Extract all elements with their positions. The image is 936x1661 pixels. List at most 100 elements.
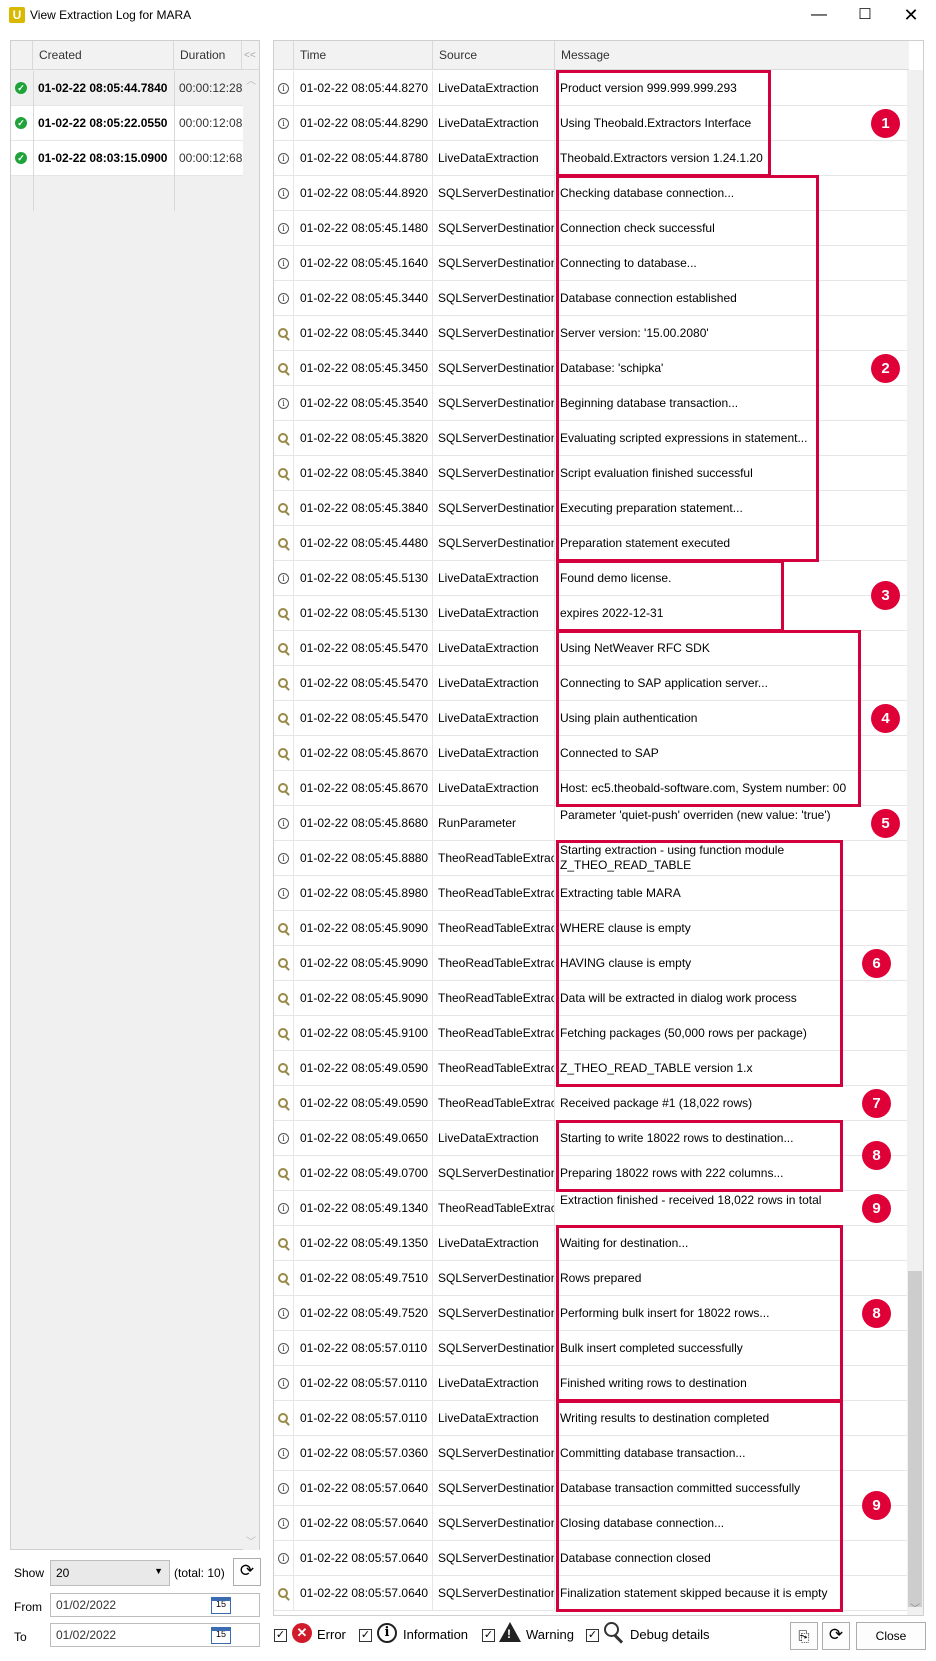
information-filter-checkbox[interactable]: ✓	[359, 1629, 372, 1642]
log-source: SQLServerDestination	[433, 1436, 555, 1471]
debug-search-icon	[277, 432, 290, 445]
log-row[interactable]: i 01-02-22 08:05:57.0640 SQLServerDestinat…	[274, 1541, 909, 1576]
information-icon: i	[278, 223, 289, 235]
log-scrollbar[interactable]: ﹀	[907, 70, 923, 1615]
information-icon: i	[278, 1448, 289, 1460]
log-row[interactable]: i 01-02-22 08:05:45.5130 LiveDataExtractio…	[274, 561, 909, 596]
show-count-select[interactable]: 20 ▼	[50, 1560, 170, 1586]
log-row[interactable]: 01-02-22 08:05:49.0590 TheoReadTableExtra…	[274, 1051, 909, 1086]
log-row[interactable]: i 01-02-22 08:05:45.8680 RunParameter Param…	[274, 806, 909, 841]
log-row[interactable]: i 01-02-22 08:05:45.8980 TheoReadTableExtr…	[274, 876, 909, 911]
scroll-down-arrow-icon[interactable]: ﹀	[907, 1600, 923, 1615]
log-row[interactable]: 01-02-22 08:05:49.1350 LiveDataExtraction…	[274, 1226, 909, 1261]
log-row[interactable]: i 01-02-22 08:05:45.8880 TheoReadTableExtr…	[274, 841, 909, 876]
log-row[interactable]: 01-02-22 08:05:45.4480 SQLServerDestinati…	[274, 526, 909, 561]
log-row[interactable]: i 01-02-22 08:05:57.0640 SQLServerDestinat…	[274, 1471, 909, 1506]
log-row[interactable]: 01-02-22 08:05:45.9100 TheoReadTableExtra…	[274, 1016, 909, 1051]
log-row[interactable]: i 01-02-22 08:05:45.3440 SQLServerDestinat…	[274, 281, 909, 316]
log-row[interactable]: i 01-02-22 08:05:44.8780 LiveDataExtractio…	[274, 141, 909, 176]
refresh-log-button[interactable]: ⟳	[822, 1622, 850, 1650]
scroll-up-arrow-icon[interactable]: ︿	[243, 72, 259, 87]
log-row[interactable]: i 01-02-22 08:05:57.0640 SQLServerDestinat…	[274, 1506, 909, 1541]
time-column-header[interactable]: Time	[294, 41, 433, 70]
close-window-button[interactable]: ✕	[888, 0, 934, 30]
source-column-header[interactable]: Source	[433, 41, 555, 70]
runs-scrollbar[interactable]: ︿ ﹀	[243, 70, 259, 1550]
to-date-field[interactable]: 01/02/2022 15	[50, 1623, 260, 1647]
log-row[interactable]: 01-02-22 08:05:45.3840 SQLServerDestinati…	[274, 456, 909, 491]
log-row[interactable]: 01-02-22 08:05:49.0700 SQLServerDestinati…	[274, 1156, 909, 1191]
log-row[interactable]: i 01-02-22 08:05:57.0110 LiveDataExtractio…	[274, 1366, 909, 1401]
log-row[interactable]: 01-02-22 08:05:45.9090 TheoReadTableExtra…	[274, 946, 909, 981]
collapse-panel-button[interactable]: <<	[242, 41, 259, 70]
log-type-cell	[274, 1226, 294, 1261]
calendar-icon[interactable]: 15	[211, 1597, 231, 1614]
log-time: 01-02-22 08:05:45.3840	[294, 456, 433, 491]
information-icon: i	[278, 1553, 289, 1565]
scroll-down-arrow-icon[interactable]: ﹀	[243, 1533, 259, 1548]
debug-filter-checkbox[interactable]: ✓	[586, 1629, 599, 1642]
log-type-cell	[274, 911, 294, 946]
scroll-thumb[interactable]	[908, 1271, 922, 1607]
log-row[interactable]: 01-02-22 08:05:45.3450 SQLServerDestinati…	[274, 351, 909, 386]
maximize-button[interactable]: ☐	[842, 0, 888, 30]
duration-column-header[interactable]: Duration	[174, 41, 242, 70]
log-source: SQLServerDestination	[433, 1296, 555, 1331]
log-row[interactable]: 01-02-22 08:05:45.5470 LiveDataExtraction…	[274, 666, 909, 701]
log-row[interactable]: i 01-02-22 08:05:49.0650 LiveDataExtractio…	[274, 1121, 909, 1156]
log-row[interactable]: i 01-02-22 08:05:45.1480 SQLServerDestinat…	[274, 211, 909, 246]
type-column-header[interactable]	[274, 41, 294, 70]
log-row[interactable]: i 01-02-22 08:05:45.3540 SQLServerDestinat…	[274, 386, 909, 421]
log-row[interactable]: i 01-02-22 08:05:49.1340 TheoReadTableExtr…	[274, 1191, 909, 1226]
status-column-header[interactable]	[11, 41, 33, 70]
annotation-badge: 9	[862, 1193, 891, 1223]
log-type-cell: i	[274, 806, 294, 841]
log-row[interactable]: i 01-02-22 08:05:49.7520 SQLServerDestinat…	[274, 1296, 909, 1331]
log-row[interactable]: 01-02-22 08:05:49.0590 TheoReadTableExtra…	[274, 1086, 909, 1121]
log-row[interactable]: 01-02-22 08:05:45.8670 LiveDataExtraction…	[274, 771, 909, 806]
log-row[interactable]: i 01-02-22 08:05:57.0110 SQLServerDestinat…	[274, 1331, 909, 1366]
calendar-icon[interactable]: 15	[211, 1627, 231, 1644]
copy-button[interactable]: ⎘	[790, 1622, 818, 1650]
minimize-button[interactable]: —	[796, 0, 842, 30]
error-filter-checkbox[interactable]: ✓	[274, 1629, 287, 1642]
message-column-header[interactable]: Message	[555, 41, 909, 70]
show-count-value: 20	[56, 1566, 70, 1580]
log-message: Preparation statement executed	[560, 536, 731, 550]
log-row[interactable]: 01-02-22 08:05:45.5130 LiveDataExtraction…	[274, 596, 909, 631]
log-row[interactable]: 01-02-22 08:05:57.0640 SQLServerDestinati…	[274, 1576, 909, 1611]
log-row[interactable]: i 01-02-22 08:05:45.1640 SQLServerDestinat…	[274, 246, 909, 281]
log-row[interactable]: 01-02-22 08:05:45.5470 LiveDataExtraction…	[274, 631, 909, 666]
log-row[interactable]: 01-02-22 08:05:45.9090 TheoReadTableExtra…	[274, 981, 909, 1016]
created-column-header[interactable]: Created	[33, 41, 174, 70]
log-row[interactable]: i 01-02-22 08:05:57.0360 SQLServerDestinat…	[274, 1436, 909, 1471]
log-source: TheoReadTableExtract	[433, 1016, 555, 1051]
warning-filter-checkbox[interactable]: ✓	[482, 1629, 495, 1642]
close-button[interactable]: Close	[856, 1622, 926, 1650]
log-row[interactable]: 01-02-22 08:05:45.9090 TheoReadTableExtra…	[274, 911, 909, 946]
log-row[interactable]: 01-02-22 08:05:57.0110 LiveDataExtraction…	[274, 1401, 909, 1436]
refresh-runs-button[interactable]: ⟳	[233, 1558, 261, 1586]
log-row[interactable]: 01-02-22 08:05:45.3820 SQLServerDestinati…	[274, 421, 909, 456]
log-row[interactable]: i 01-02-22 08:05:44.8920 SQLServerDestinat…	[274, 176, 909, 211]
log-message: WHERE clause is empty	[560, 921, 691, 935]
log-time: 01-02-22 08:05:49.7520	[294, 1296, 433, 1331]
log-row[interactable]: 01-02-22 08:05:45.5470 LiveDataExtraction…	[274, 701, 909, 736]
run-row[interactable]: ✓ 01-02-22 08:05:44.7840 00:00:12:28	[11, 71, 249, 106]
log-source: SQLServerDestination	[433, 211, 555, 246]
run-row[interactable]: ✓ 01-02-22 08:03:15.0900 00:00:12:68	[11, 141, 249, 176]
from-date-field[interactable]: 01/02/2022 15	[50, 1593, 260, 1617]
log-time: 01-02-22 08:05:49.1350	[294, 1226, 433, 1261]
log-row[interactable]: i 01-02-22 08:05:44.8270 LiveDataExtractio…	[274, 71, 909, 106]
log-type-cell	[274, 1576, 294, 1611]
debug-search-icon	[277, 1272, 290, 1285]
log-time: 01-02-22 08:05:57.0640	[294, 1506, 433, 1541]
log-row[interactable]: 01-02-22 08:05:49.7510 SQLServerDestinati…	[274, 1261, 909, 1296]
log-message: Connecting to database...	[560, 256, 697, 270]
log-time: 01-02-22 08:05:45.4480	[294, 526, 433, 561]
log-row[interactable]: 01-02-22 08:05:45.3440 SQLServerDestinati…	[274, 316, 909, 351]
log-row[interactable]: 01-02-22 08:05:45.8670 LiveDataExtraction…	[274, 736, 909, 771]
log-row[interactable]: 01-02-22 08:05:45.3840 SQLServerDestinati…	[274, 491, 909, 526]
run-row[interactable]: ✓ 01-02-22 08:05:22.0550 00:00:12:08	[11, 106, 249, 141]
log-row[interactable]: i 01-02-22 08:05:44.8290 LiveDataExtractio…	[274, 106, 909, 141]
